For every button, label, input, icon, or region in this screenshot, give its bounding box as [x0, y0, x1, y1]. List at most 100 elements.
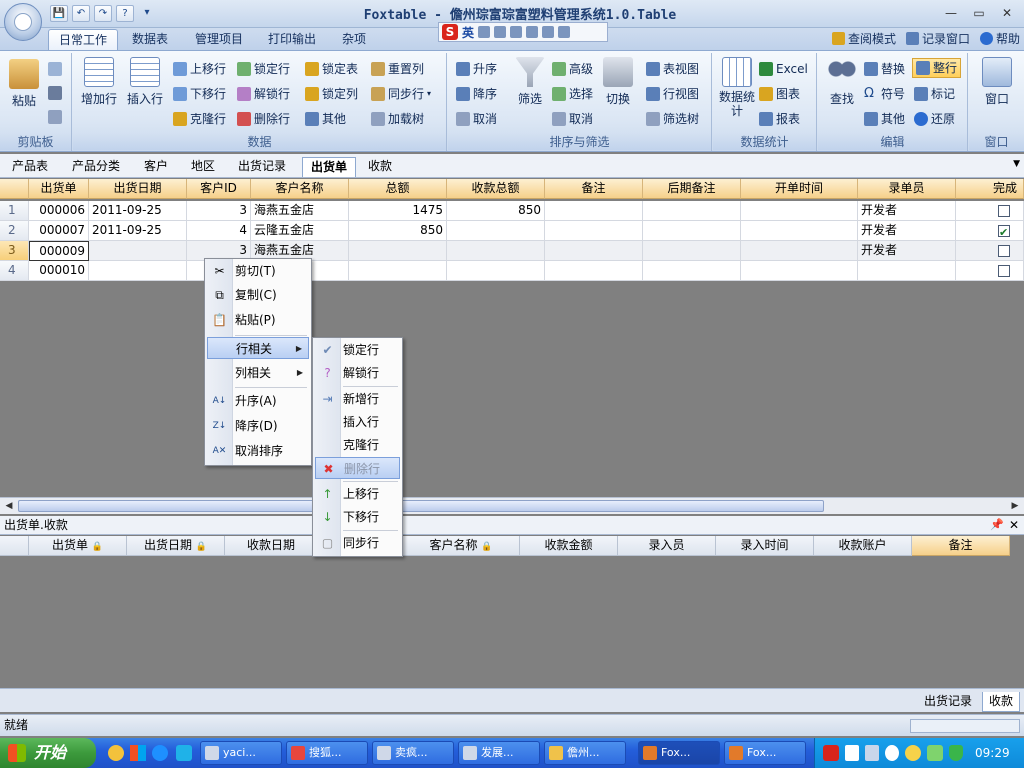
col-header-total[interactable]: 总额 [349, 179, 447, 199]
ime-language[interactable]: 英 [462, 24, 474, 41]
subcol-entered-by[interactable]: 录入员 [618, 536, 716, 556]
submenu-sync-row[interactable]: ▢ 同步行 [315, 532, 400, 554]
restore-button[interactable]: 还原 [914, 109, 955, 129]
table-row[interactable]: 1 000006 2011-09-25 3 海燕五金店 1475 850 开发者 [0, 201, 1024, 221]
col-header-received[interactable]: 收款总额 [447, 179, 545, 199]
done-checkbox[interactable] [998, 245, 1010, 257]
tabs-dropdown-icon[interactable]: ▼ [1013, 159, 1020, 169]
cell-remark[interactable] [545, 201, 643, 221]
advanced-filter-button[interactable]: 高级 [552, 59, 593, 79]
quicklaunch-icon[interactable] [176, 745, 192, 761]
subcol-ship-date[interactable]: 出货日期 🔒 [127, 536, 225, 556]
cell-later-remark[interactable] [643, 201, 741, 221]
subcol-account[interactable]: 收款账户 [814, 536, 912, 556]
toggle-button[interactable]: 切换 [598, 57, 638, 107]
cancel-filter-button[interactable]: 取消 [552, 109, 593, 129]
cell-total[interactable] [349, 241, 447, 261]
submenu-clone-row[interactable]: 克隆行 [315, 434, 400, 456]
cell-received[interactable] [447, 221, 545, 241]
taskbar-item[interactable]: 发展... [458, 741, 540, 765]
cell-customer-id[interactable]: 3 [187, 201, 251, 221]
subcol-order[interactable]: 出货单 🔒 [29, 536, 127, 556]
tab-customers[interactable]: 客户 [136, 157, 176, 177]
menu-sort-desc[interactable]: Z↓ 降序(D) [207, 415, 309, 437]
cell-total[interactable]: 850 [349, 221, 447, 241]
cell-total[interactable]: 1475 [349, 201, 447, 221]
window-button[interactable]: 窗口 [977, 57, 1017, 107]
app-menu-button[interactable] [4, 3, 42, 41]
done-checkbox[interactable] [998, 265, 1010, 277]
help-link[interactable]: 帮助 [979, 30, 1020, 47]
submenu-unlock-row[interactable]: ? 解锁行 [315, 362, 400, 384]
sogou-tray-icon[interactable] [823, 745, 839, 761]
grid-corner[interactable] [0, 179, 29, 199]
close-button[interactable]: ✕ [994, 4, 1020, 22]
menu-cancel-sort[interactable]: A✕ 取消排序 [207, 440, 309, 462]
load-tree-button[interactable]: 加载树 [371, 109, 424, 129]
cell-order[interactable]: 000006 [29, 201, 89, 221]
taskbar-item[interactable]: 搜狐... [286, 741, 368, 765]
col-header-date[interactable]: 出货日期 [89, 179, 187, 199]
col-header-later-remark[interactable]: 后期备注 [643, 179, 741, 199]
chart-button[interactable]: 图表 [759, 84, 800, 104]
cell-open-time[interactable] [741, 221, 858, 241]
submenu-insert-row[interactable]: 插入行 [315, 411, 400, 433]
col-header-clerk[interactable]: 录单员 [858, 179, 956, 199]
help-icon[interactable]: ? [116, 5, 134, 22]
minimize-button[interactable]: — [938, 4, 964, 22]
cell-clerk[interactable]: 开发者 [858, 201, 956, 221]
col-header-open-time[interactable]: 开单时间 [741, 179, 858, 199]
cancel-sort-button[interactable]: 取消 [456, 109, 497, 129]
horizontal-scrollbar[interactable]: ◀ ▶ [0, 497, 1024, 514]
row-number[interactable]: 4 [0, 261, 29, 281]
cell-done[interactable] [956, 201, 1024, 221]
cell-customer-name[interactable]: 海燕五金店 [251, 201, 349, 221]
subcol-entered-time[interactable]: 录入时间 [716, 536, 814, 556]
paste-button[interactable]: 粘贴 [8, 59, 40, 109]
cell-remark[interactable] [545, 241, 643, 261]
tray-icon[interactable] [927, 745, 943, 761]
skin-icon[interactable] [542, 26, 555, 38]
format-painter-button[interactable] [48, 107, 62, 127]
menu-copy[interactable]: ⧉ 复制(C) [207, 284, 309, 306]
lock-column-button[interactable]: 锁定列 [305, 84, 358, 104]
submenu-new-row[interactable]: ⇥ 新增行 [315, 388, 400, 410]
sort-desc-button[interactable]: 降序 [456, 84, 497, 104]
cell-later-remark[interactable] [643, 241, 741, 261]
tab-regions[interactable]: 地区 [183, 157, 223, 177]
punctuation-icon[interactable] [494, 26, 507, 38]
view-mode-link[interactable]: 查阅模式 [831, 30, 896, 47]
table-row[interactable]: 3 000009 3 海燕五金店 开发者 [0, 241, 1024, 261]
copy-button[interactable] [48, 59, 62, 79]
tab-print-output[interactable]: 打印输出 [258, 29, 326, 50]
col-header-order[interactable]: 出货单 [29, 179, 89, 199]
replace-button[interactable]: 替换 [864, 59, 905, 79]
unlock-row-button[interactable]: 解锁行 [237, 84, 290, 104]
network-tray-icon[interactable] [865, 745, 879, 761]
cell-order[interactable]: 000009 [29, 241, 89, 261]
move-row-up-button[interactable]: 上移行 [173, 59, 226, 79]
taskbar-item[interactable]: 儋州... [544, 741, 626, 765]
tab-shipment-order[interactable]: 出货单 [302, 157, 357, 177]
cell-done[interactable] [956, 241, 1024, 261]
cell-done[interactable] [956, 261, 1024, 281]
quicklaunch-icon[interactable] [130, 745, 146, 761]
pin-icon[interactable]: 📌 [990, 516, 1004, 534]
symbol-button[interactable]: Ω 符号 [864, 84, 905, 104]
cell-clerk[interactable]: 开发者 [858, 241, 956, 261]
col-header-customer-name[interactable]: 客户名称 [251, 179, 349, 199]
help-tray-icon[interactable] [845, 745, 859, 761]
tab-daily-work[interactable]: 日常工作 [48, 29, 119, 50]
cell-remark[interactable] [545, 221, 643, 241]
excel-button[interactable]: Excel [759, 59, 808, 79]
tab-payments[interactable]: 收款 [360, 157, 400, 177]
col-header-done[interactable]: 完成 [956, 179, 1024, 199]
tab-misc[interactable]: 杂项 [332, 29, 376, 50]
subtable-close-icon[interactable]: ✕ [1009, 516, 1019, 534]
tab-manage-project[interactable]: 管理项目 [185, 29, 253, 50]
clock[interactable]: 09:29 [975, 745, 1010, 761]
cell-open-time[interactable] [741, 201, 858, 221]
subcol-amount[interactable]: 收款金额 [520, 536, 618, 556]
tab-data-tables[interactable]: 数据表 [122, 29, 178, 50]
cell-date[interactable]: 2011-09-25 [89, 221, 187, 241]
